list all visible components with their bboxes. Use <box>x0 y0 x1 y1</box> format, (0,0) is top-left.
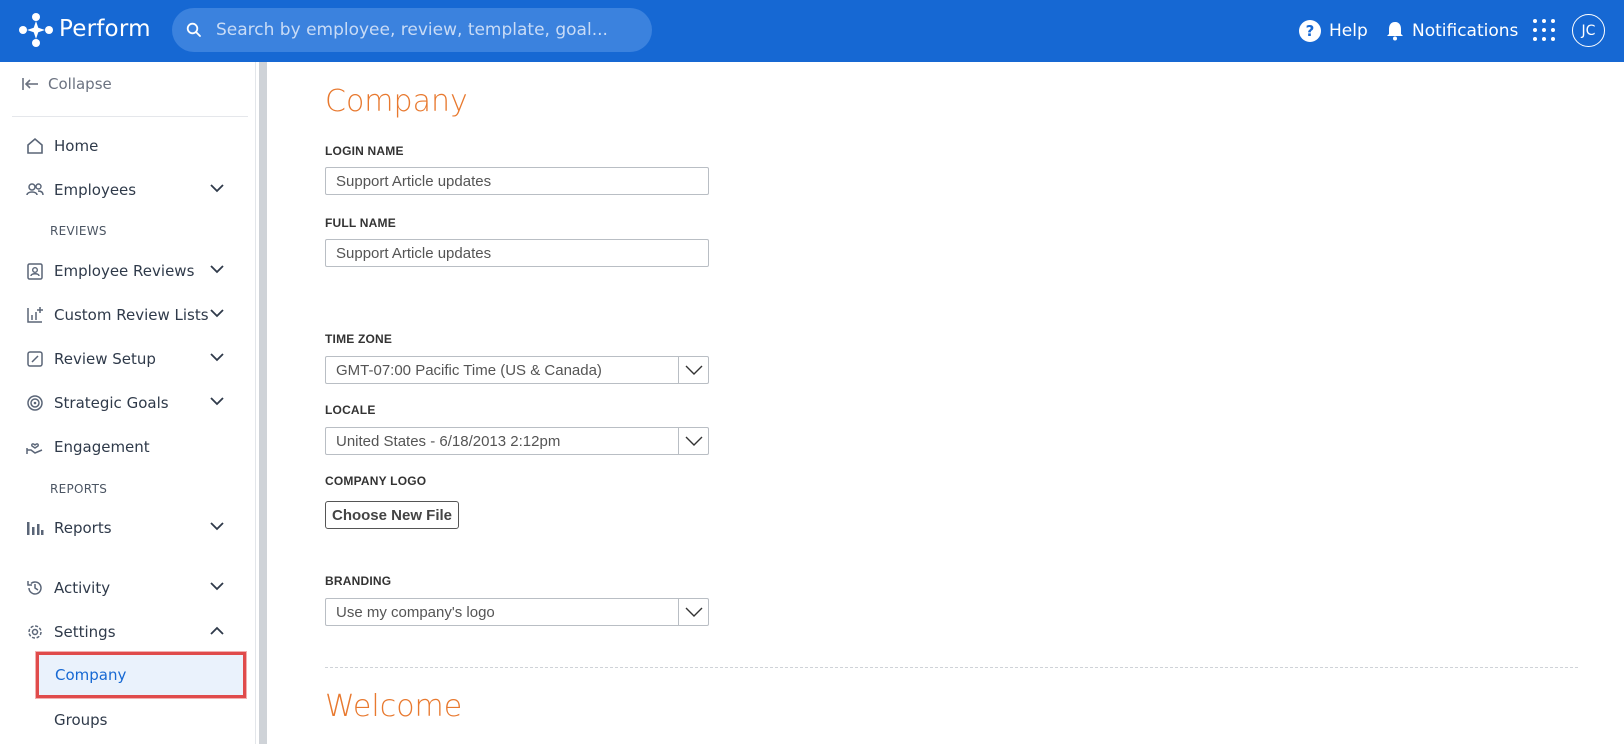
sidebar-item-engagement[interactable]: Engagement <box>0 429 248 465</box>
top-bar: Perform ? Help Notifications JC <box>0 0 1624 62</box>
locale-value: United States - 6/18/2013 2:12pm <box>336 433 561 450</box>
company-logo-label: COMPANY LOGO <box>325 474 427 488</box>
time-zone-select[interactable]: GMT-07:00 Pacific Time (US & Canada) <box>325 356 709 384</box>
collapse-arrow-icon <box>22 78 38 90</box>
sidebar-item-label: Home <box>54 137 99 155</box>
sidebar-item-label: Settings <box>54 623 116 641</box>
sidebar-item-review-setup[interactable]: Review Setup <box>0 341 248 377</box>
collapse-button[interactable]: Collapse <box>22 75 112 93</box>
chevron-up-icon[interactable] <box>210 626 224 635</box>
sidebar-item-activity[interactable]: Activity <box>0 570 248 606</box>
sidebar-item-custom-review-lists[interactable]: Custom Review Lists <box>0 297 248 333</box>
branding-label: BRANDING <box>325 574 392 588</box>
main-content: Company LOGIN NAME FULL NAME TIME ZONE G… <box>268 62 1624 744</box>
sidebar-item-label: Activity <box>54 579 111 597</box>
perform-logo-icon[interactable] <box>16 10 56 50</box>
clipboard-user-icon <box>27 263 43 280</box>
chevron-down-icon[interactable] <box>210 353 224 362</box>
section-label-reviews: REVIEWS <box>50 224 107 238</box>
sidebar-item-label: Reports <box>54 519 112 537</box>
chevron-down-icon[interactable] <box>210 309 224 318</box>
help-icon: ? <box>1299 20 1321 42</box>
search-icon <box>186 22 201 37</box>
sidebar-item-employees[interactable]: Employees <box>0 172 248 208</box>
hand-heart-icon <box>26 443 43 454</box>
history-icon <box>27 581 42 595</box>
sidebar-item-settings[interactable]: Settings <box>0 614 248 650</box>
app-name[interactable]: Perform <box>59 16 151 42</box>
dropdown-arrow[interactable] <box>678 357 708 383</box>
notifications-button[interactable]: Notifications <box>1386 0 1518 62</box>
sidebar-item-label: Custom Review Lists <box>54 306 209 324</box>
locale-select[interactable]: United States - 6/18/2013 2:12pm <box>325 427 709 455</box>
chevron-down-icon <box>685 365 703 375</box>
sidebar-item-label: Groups <box>54 711 108 729</box>
chevron-down-icon[interactable] <box>210 184 224 193</box>
chart-plus-icon <box>27 307 43 323</box>
chevron-down-icon[interactable] <box>210 522 224 531</box>
login-name-label: LOGIN NAME <box>325 144 404 158</box>
branding-select[interactable]: Use my company's logo <box>325 598 709 626</box>
sidebar-item-label: Engagement <box>54 438 150 456</box>
login-name-input[interactable] <box>325 167 709 195</box>
section-label-reports: REPORTS <box>50 482 108 496</box>
full-name-input[interactable] <box>325 239 709 267</box>
home-icon <box>27 137 43 154</box>
chevron-down-icon[interactable] <box>210 265 224 274</box>
apps-grid-icon[interactable] <box>1533 19 1555 41</box>
search-bar[interactable] <box>172 8 652 52</box>
help-label: Help <box>1329 21 1368 41</box>
edit-square-icon <box>27 351 43 367</box>
help-button[interactable]: ? Help <box>1299 0 1368 62</box>
choose-file-button[interactable]: Choose New File <box>325 501 459 529</box>
sidebar-item-label: Employee Reviews <box>54 262 195 280</box>
sidebar-item-label: Company <box>55 666 127 684</box>
dropdown-arrow[interactable] <box>678 599 708 625</box>
branding-value: Use my company's logo <box>336 604 495 621</box>
target-icon <box>27 395 43 411</box>
user-avatar[interactable]: JC <box>1572 14 1605 47</box>
chevron-down-icon <box>685 607 703 617</box>
time-zone-label: TIME ZONE <box>325 332 393 346</box>
search-input[interactable] <box>216 16 636 44</box>
sidebar-item-strategic-goals[interactable]: Strategic Goals <box>0 385 248 421</box>
chevron-down-icon[interactable] <box>210 582 224 591</box>
notifications-label: Notifications <box>1412 21 1519 41</box>
sidebar-item-groups[interactable]: Groups <box>0 702 248 738</box>
company-section-title: Company <box>325 84 468 119</box>
chevron-down-icon[interactable] <box>210 397 224 406</box>
sidebar-item-label: Review Setup <box>54 350 156 368</box>
people-icon <box>26 183 44 196</box>
chevron-down-icon <box>685 436 703 446</box>
sidebar-item-home[interactable]: Home <box>0 128 248 164</box>
sidebar-item-label: Strategic Goals <box>54 394 169 412</box>
sidebar-item-label: Employees <box>54 181 137 199</box>
sidebar-item-company[interactable]: Company <box>36 652 246 698</box>
section-divider <box>325 667 1578 668</box>
sidebar-item-employee-reviews[interactable]: Employee Reviews <box>0 253 248 289</box>
collapse-label: Collapse <box>48 75 112 93</box>
sidebar-item-reports[interactable]: Reports <box>0 510 248 546</box>
locale-label: LOCALE <box>325 403 376 417</box>
full-name-label: FULL NAME <box>325 216 396 230</box>
dropdown-arrow[interactable] <box>678 428 708 454</box>
welcome-section-title: Welcome <box>325 689 463 724</box>
gear-icon <box>28 625 42 639</box>
sidebar-scrollbar[interactable] <box>259 62 267 744</box>
sidebar-divider <box>12 116 248 117</box>
bar-chart-icon <box>27 522 44 535</box>
bell-icon <box>1387 22 1403 41</box>
time-zone-value: GMT-07:00 Pacific Time (US & Canada) <box>336 362 602 379</box>
